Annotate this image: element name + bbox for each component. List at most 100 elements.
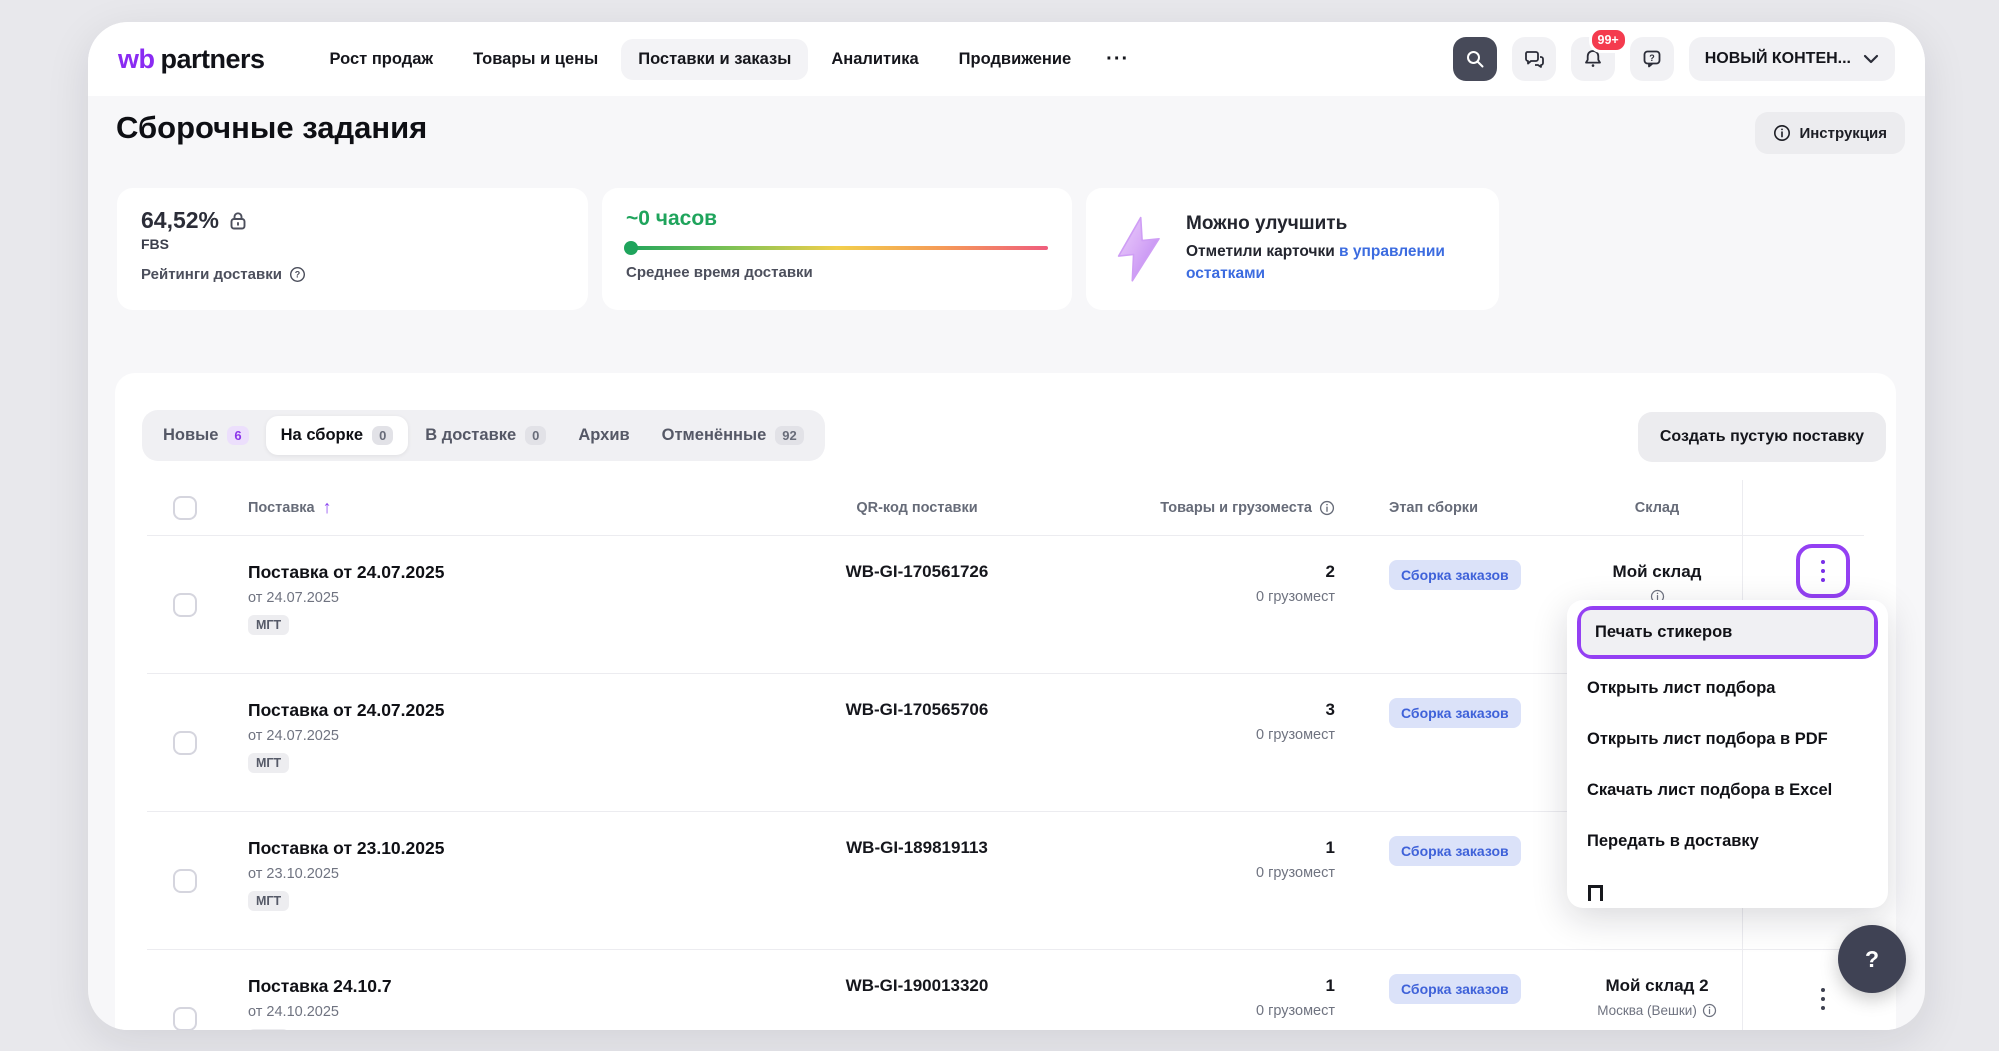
row-actions-kebab[interactable] bbox=[1796, 972, 1850, 1026]
goods-count: 1 bbox=[1067, 976, 1335, 996]
status-tabs: Новые 6 На сборке 0 В доставке 0 Архив О… bbox=[142, 410, 825, 461]
rating-caption: Рейтинги доставки bbox=[141, 266, 282, 283]
column-actions bbox=[1742, 480, 1864, 535]
logo-partners: partners bbox=[161, 44, 265, 75]
nav-more-button[interactable]: ··· bbox=[1094, 37, 1141, 82]
rating-scheme: FBS bbox=[141, 236, 564, 252]
row-actions-kebab-highlighted[interactable] bbox=[1796, 544, 1850, 598]
floating-help-button[interactable]: ? bbox=[1838, 925, 1906, 993]
account-selector[interactable]: НОВЫЙ КОНТЕН... bbox=[1689, 37, 1895, 81]
row-checkbox[interactable] bbox=[173, 1007, 197, 1031]
tab-cancelled[interactable]: Отменённые 92 bbox=[647, 416, 819, 455]
account-name: НОВЫЙ КОНТЕН... bbox=[1705, 50, 1851, 68]
row-actions-menu: Печать стикеров Открыть лист подбора Отк… bbox=[1567, 600, 1888, 908]
lightning-icon bbox=[1106, 216, 1170, 282]
tab-archive[interactable]: Архив bbox=[563, 416, 644, 455]
nav-promotion[interactable]: Продвижение bbox=[942, 39, 1089, 80]
cargo-count: 0 грузомест bbox=[1067, 865, 1335, 881]
nav-goods-prices[interactable]: Товары и цены bbox=[456, 39, 615, 80]
nav-analytics[interactable]: Аналитика bbox=[814, 39, 935, 80]
select-all-checkbox[interactable] bbox=[173, 496, 197, 520]
tab-in-delivery[interactable]: В доставке 0 bbox=[410, 416, 561, 455]
info-circle-icon[interactable] bbox=[1702, 1003, 1717, 1018]
info-circle-icon[interactable] bbox=[1319, 500, 1335, 516]
chevron-down-icon bbox=[1863, 54, 1879, 64]
nav-sales-growth[interactable]: Рост продаж bbox=[313, 39, 451, 80]
improve-text: Отметили карточки bbox=[1186, 243, 1339, 260]
logo-wb: wb bbox=[118, 44, 155, 75]
mgt-tag: МГТ bbox=[248, 753, 289, 773]
stat-cards: 64,52% FBS Рейтинги доставки ? ~0 часов … bbox=[117, 188, 1499, 310]
supply-title[interactable]: Поставка от 24.07.2025 bbox=[248, 562, 767, 583]
supply-date: от 23.10.2025 bbox=[248, 866, 767, 882]
tab-new-count: 6 bbox=[227, 426, 248, 445]
cargo-count: 0 грузомест bbox=[1067, 727, 1335, 743]
tab-new[interactable]: Новые 6 bbox=[148, 416, 264, 455]
supply-qr-code: WB-GI-190013320 bbox=[767, 950, 1067, 1030]
create-empty-supply-button[interactable]: Создать пустую поставку bbox=[1638, 412, 1886, 462]
goods-count: 1 bbox=[1067, 838, 1335, 858]
menu-item-transfer-to-delivery[interactable]: Передать в доставку bbox=[1567, 816, 1888, 867]
stage-badge: Сборка заказов bbox=[1389, 836, 1521, 866]
row-checkbox[interactable] bbox=[173, 731, 197, 755]
instruction-label: Инструкция bbox=[1799, 125, 1887, 142]
column-stage: Этап сборки bbox=[1377, 500, 1572, 516]
stage-badge: Сборка заказов bbox=[1389, 974, 1521, 1004]
supply-title[interactable]: Поставка от 23.10.2025 bbox=[248, 838, 767, 859]
table-row: Поставка 24.10.7 от 24.10.2025 МГТ WB-GI… bbox=[147, 950, 1864, 1030]
lock-icon bbox=[228, 210, 248, 232]
svg-text:?: ? bbox=[295, 270, 300, 280]
chat-icon bbox=[1523, 48, 1545, 70]
warehouse-location: Москва (Вешки) bbox=[1597, 1003, 1697, 1018]
delivery-time-caption: Среднее время доставки bbox=[626, 264, 813, 281]
tab-assembling[interactable]: На сборке 0 bbox=[266, 416, 409, 455]
supply-qr-code: WB-GI-189819113 bbox=[767, 812, 1067, 949]
stage-badge: Сборка заказов bbox=[1389, 560, 1521, 590]
supply-date: от 24.07.2025 bbox=[248, 590, 767, 606]
question-circle-icon[interactable]: ? bbox=[289, 266, 306, 283]
column-goods: Товары и грузоместа bbox=[1067, 500, 1377, 516]
info-circle-icon bbox=[1773, 124, 1791, 142]
notifications-button[interactable]: 99+ bbox=[1571, 37, 1615, 81]
chats-button[interactable] bbox=[1512, 37, 1556, 81]
warehouse-name: Мой склад bbox=[1572, 562, 1742, 582]
delivery-time-scale bbox=[626, 246, 1048, 250]
supply-qr-code: WB-GI-170565706 bbox=[767, 674, 1067, 811]
instruction-button[interactable]: Инструкция bbox=[1755, 112, 1905, 154]
supply-title[interactable]: Поставка 24.10.7 bbox=[248, 976, 767, 997]
page-title: Сборочные задания bbox=[116, 110, 427, 146]
supply-title[interactable]: Поставка от 24.07.2025 bbox=[248, 700, 767, 721]
goods-count: 2 bbox=[1067, 562, 1335, 582]
nav-supplies-orders[interactable]: Поставки и заказы bbox=[621, 39, 808, 80]
row-checkbox[interactable] bbox=[173, 869, 197, 893]
sort-asc-icon[interactable]: ↑ bbox=[323, 497, 332, 518]
menu-item-clipped-fragment bbox=[1588, 885, 1603, 901]
column-supply[interactable]: Поставка ↑ bbox=[222, 497, 767, 518]
help-bubble-icon: ? bbox=[1641, 48, 1663, 70]
goods-count: 3 bbox=[1067, 700, 1335, 720]
supply-date: от 24.10.2025 bbox=[248, 1004, 767, 1020]
wb-partners-logo[interactable]: wbpartners bbox=[118, 44, 265, 75]
search-button[interactable] bbox=[1453, 37, 1497, 81]
tab-cancelled-count: 92 bbox=[775, 426, 803, 445]
scale-marker-dot bbox=[624, 241, 638, 255]
improvement-card: Можно улучшить Отметили карточки в управ… bbox=[1086, 188, 1499, 310]
topbar: wbpartners Рост продаж Товары и цены Пос… bbox=[88, 22, 1925, 96]
menu-item-print-stickers-highlighted[interactable]: Печать стикеров bbox=[1577, 606, 1878, 659]
supply-qr-code: WB-GI-170561726 bbox=[767, 536, 1067, 673]
mgt-tag: МГТ bbox=[248, 615, 289, 635]
improve-title: Можно улучшить bbox=[1186, 213, 1466, 235]
menu-item-download-picklist-excel[interactable]: Скачать лист подбора в Excel bbox=[1567, 765, 1888, 816]
row-checkbox[interactable] bbox=[173, 593, 197, 617]
menu-item-open-picklist-pdf[interactable]: Открыть лист подбора в PDF bbox=[1567, 714, 1888, 765]
svg-text:?: ? bbox=[1649, 53, 1655, 63]
stage-badge: Сборка заказов bbox=[1389, 698, 1521, 728]
cargo-count: 0 грузомест bbox=[1067, 1003, 1335, 1019]
column-warehouse: Склад bbox=[1572, 500, 1742, 516]
notification-count-badge: 99+ bbox=[1589, 27, 1628, 53]
table-header: Поставка ↑ QR-код поставки Товары и груз… bbox=[147, 480, 1864, 536]
support-button[interactable]: ? bbox=[1630, 37, 1674, 81]
mgt-tag: МГТ bbox=[248, 891, 289, 911]
mgt-tag: МГТ bbox=[248, 1029, 289, 1030]
menu-item-open-picklist[interactable]: Открыть лист подбора bbox=[1567, 663, 1888, 714]
